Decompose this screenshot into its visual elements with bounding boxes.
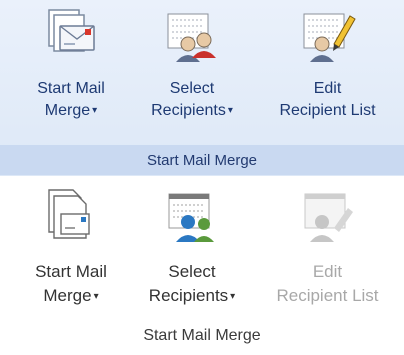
- dropdown-caret-icon: ▾: [92, 105, 98, 116]
- envelope-documents-icon: [48, 9, 95, 52]
- ribbon-group-2013: Start Mail Merge ▾ Select Recipients ▾ E…: [0, 176, 404, 355]
- start-mail-merge-label: Start Mail Merge ▾: [37, 80, 105, 119]
- start-mail-merge-button[interactable]: Start Mail Merge ▾: [14, 188, 128, 309]
- select-recipients-button[interactable]: Select Recipients ▾: [124, 8, 260, 122]
- group-label: Start Mail Merge: [0, 145, 404, 175]
- ribbon-group-2010: Start Mail Merge ▾ Select Recipients ▾ E…: [0, 0, 404, 177]
- select-recipients-label: Select Recipients ▾: [148, 262, 236, 305]
- select-recipients-icon: [167, 13, 216, 62]
- edit-recipient-list-label: Edit Recipient List: [279, 80, 376, 119]
- document-envelope-icon: [48, 189, 90, 239]
- edit-recipient-list-button[interactable]: Edit Recipient List: [255, 8, 400, 122]
- start-mail-merge-label: Start Mail Merge ▾: [35, 262, 107, 305]
- start-mail-merge-button[interactable]: Start Mail Merge ▾: [14, 8, 128, 122]
- select-recipients-button[interactable]: Select Recipients ▾: [124, 188, 260, 309]
- dropdown-caret-icon: ▾: [93, 291, 99, 302]
- select-recipients-label: Select Recipients ▾: [151, 80, 233, 119]
- edit-recipient-list-label: Edit Recipient List: [276, 262, 379, 305]
- edit-recipient-list-button: Edit Recipient List: [255, 188, 400, 308]
- select-recipients-icon: [168, 193, 214, 242]
- dropdown-caret-icon: ▾: [227, 105, 233, 116]
- group-label: Start Mail Merge: [143, 327, 261, 344]
- edit-recipient-list-icon: [303, 13, 356, 62]
- edit-recipient-list-icon: [304, 193, 353, 242]
- dropdown-caret-icon: ▾: [230, 291, 236, 302]
